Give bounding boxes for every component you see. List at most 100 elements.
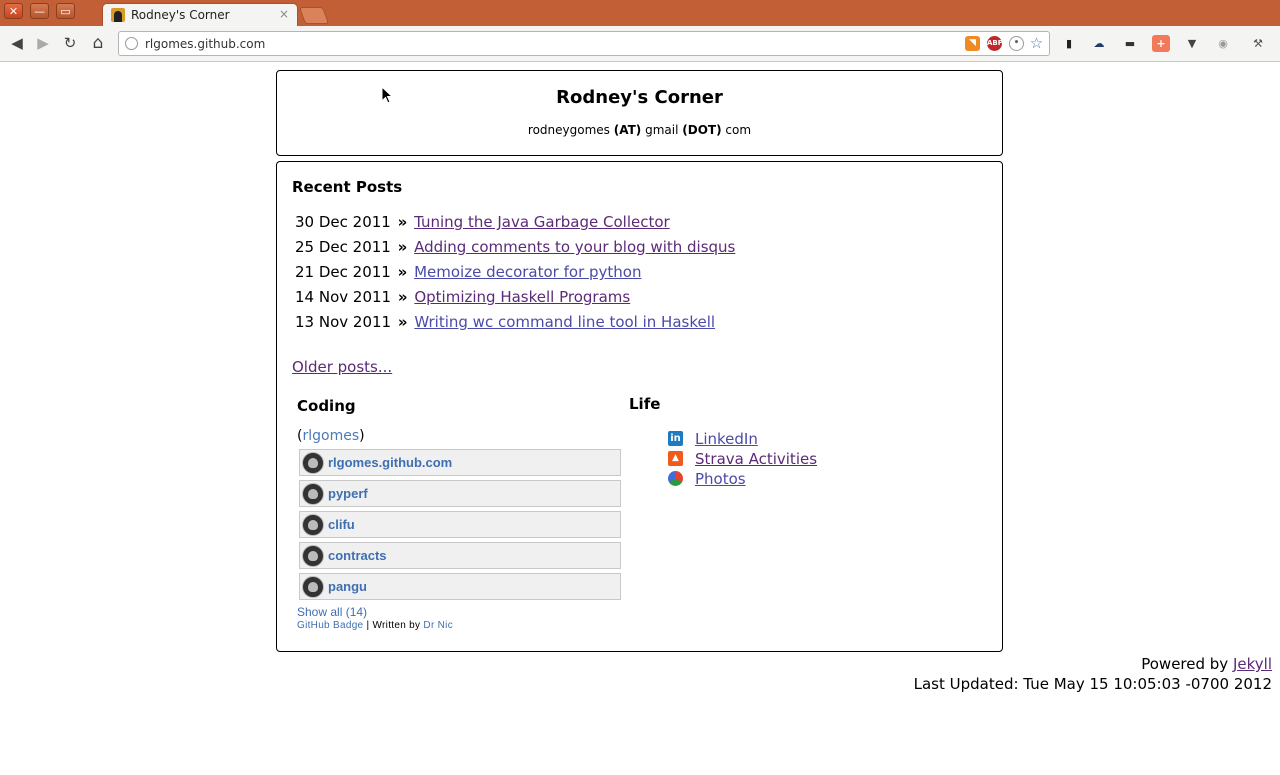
post-separator: » <box>397 288 408 306</box>
last-updated: Last Updated: Tue May 15 10:05:03 -0700 … <box>913 675 1272 693</box>
author-link[interactable]: Dr Nic <box>423 620 453 631</box>
recent-posts-list: 30 Dec 2011 » Tuning the Java Garbage Co… <box>295 213 735 338</box>
life-item: ▲ Strava Activities <box>668 450 817 470</box>
globe-icon[interactable]: ◉ <box>1214 35 1232 52</box>
new-tab-button[interactable] <box>298 7 330 24</box>
life-heading: Life <box>629 395 661 413</box>
window-titlebar: ✕ — ▭ Rodney's Corner × <box>0 0 1280 26</box>
repo-item: rlgomes.github.com <box>299 449 621 476</box>
page-info-icon[interactable] <box>125 37 138 50</box>
repo-link[interactable]: clifu <box>328 517 355 532</box>
post-date: 30 Dec 2011 <box>295 213 391 231</box>
favicon-icon <box>111 8 125 22</box>
post-item: 25 Dec 2011 » Adding comments to your bl… <box>295 238 735 263</box>
home-icon[interactable]: ⌂ <box>89 34 107 52</box>
window-close-button[interactable]: ✕ <box>4 3 23 19</box>
tab-close-icon[interactable]: × <box>279 7 289 21</box>
wrench-icon[interactable]: ⚒ <box>1249 35 1267 52</box>
picasa-icon <box>668 471 683 486</box>
main-content: Recent Posts 30 Dec 2011 » Tuning the Ja… <box>276 161 1003 652</box>
octocat-icon <box>302 545 324 567</box>
post-item: 13 Nov 2011 » Writing wc command line to… <box>295 313 735 338</box>
browser-tab[interactable]: Rodney's Corner × <box>102 3 298 26</box>
coding-heading: Coding <box>297 397 356 415</box>
post-date: 13 Nov 2011 <box>295 313 392 331</box>
pocket-icon[interactable]: ▼ <box>1183 35 1201 52</box>
show-all-repos-link[interactable]: Show all (14) <box>297 605 367 619</box>
badge-separator: | Written by <box>366 620 421 631</box>
octocat-icon <box>302 514 324 536</box>
post-date: 21 Dec 2011 <box>295 263 391 281</box>
repo-item: pyperf <box>299 480 621 507</box>
back-icon[interactable]: ◀ <box>8 34 26 52</box>
address-bar[interactable]: rlgomes.github.com ◥ ABP • ☆ <box>118 31 1050 56</box>
life-item: in LinkedIn <box>668 430 817 450</box>
glasses-icon[interactable]: ▬ <box>1121 35 1139 52</box>
strava-link[interactable]: Strava Activities <box>695 450 817 468</box>
linkedin-icon: in <box>668 431 683 446</box>
repo-item: contracts <box>299 542 621 569</box>
tab-title: Rodney's Corner <box>131 8 230 22</box>
url-text[interactable]: rlgomes.github.com <box>145 37 265 51</box>
powered-by-text: Powered by <box>1141 655 1229 673</box>
photos-link[interactable]: Photos <box>695 470 746 488</box>
contact-domain: gmail <box>645 123 679 137</box>
repo-link[interactable]: contracts <box>328 548 387 563</box>
jekyll-link[interactable]: Jekyll <box>1233 655 1272 673</box>
post-item: 14 Nov 2011 » Optimizing Haskell Program… <box>295 288 735 313</box>
post-link[interactable]: Tuning the Java Garbage Collector <box>414 213 670 231</box>
post-separator: » <box>397 313 408 331</box>
repo-list: rlgomes.github.com pyperf clifu contract… <box>299 449 621 604</box>
repo-link[interactable]: pyperf <box>328 486 368 501</box>
octocat-icon <box>302 483 324 505</box>
contact-at: (AT) <box>613 123 642 137</box>
github-badge-link[interactable]: GitHub Badge <box>297 620 363 631</box>
older-posts-link[interactable]: Older posts... <box>292 358 392 376</box>
post-separator: » <box>397 263 408 281</box>
contact-email: rodneygomes (AT) gmail (DOT) com <box>277 123 1002 137</box>
badge-credit: GitHub Badge | Written by Dr Nic <box>297 620 453 631</box>
contact-user: rodneygomes <box>527 123 610 137</box>
phone-icon[interactable]: ▮ <box>1060 35 1078 52</box>
rss-icon[interactable]: ◥ <box>965 36 980 51</box>
mouse-cursor-icon <box>381 86 393 104</box>
site-header: Rodney's Corner rodneygomes (AT) gmail (… <box>276 70 1003 156</box>
github-user: (rlgomes) <box>297 428 365 444</box>
powered-by: Powered by Jekyll <box>914 654 1272 674</box>
window-maximize-button[interactable]: ▭ <box>56 3 75 19</box>
post-link[interactable]: Writing wc command line tool in Haskell <box>414 313 715 331</box>
forward-icon[interactable]: ▶ <box>34 34 52 52</box>
life-links: in LinkedIn ▲ Strava Activities Photos <box>668 430 817 490</box>
octocat-icon <box>302 452 324 474</box>
cloud-icon[interactable]: ☁ <box>1090 35 1108 52</box>
repo-link[interactable]: pangu <box>328 579 367 594</box>
strava-icon: ▲ <box>668 451 683 466</box>
post-link[interactable]: Optimizing Haskell Programs <box>414 288 630 306</box>
recent-posts-heading: Recent Posts <box>292 178 403 196</box>
contact-dot: (DOT) <box>682 123 722 137</box>
paren-close: ) <box>359 428 365 444</box>
post-item: 30 Dec 2011 » Tuning the Java Garbage Co… <box>295 213 735 238</box>
adblock-icon[interactable]: ABP <box>987 36 1003 51</box>
post-date: 14 Nov 2011 <box>295 288 392 306</box>
reload-icon[interactable]: ↻ <box>61 34 79 52</box>
repo-item: clifu <box>299 511 621 538</box>
reddit-icon[interactable]: • <box>1009 36 1024 51</box>
post-link[interactable]: Memoize decorator for python <box>414 263 641 281</box>
post-separator: » <box>397 213 408 231</box>
github-user-link[interactable]: rlgomes <box>302 428 359 444</box>
octocat-icon <box>302 576 324 598</box>
repo-item: pangu <box>299 573 621 600</box>
life-item: Photos <box>668 470 817 490</box>
footer: Powered by Jekyll Last Updated: Tue May … <box>914 654 1272 694</box>
window-minimize-button[interactable]: — <box>30 3 49 19</box>
star-icon[interactable]: ☆ <box>1029 36 1044 51</box>
post-link[interactable]: Adding comments to your blog with disqus <box>414 238 735 256</box>
contact-tld: com <box>725 123 752 137</box>
post-separator: » <box>397 238 408 256</box>
repo-link[interactable]: rlgomes.github.com <box>328 455 452 470</box>
browser-toolbar: ◀ ▶ ↻ ⌂ rlgomes.github.com ◥ ABP • ☆ ▮ ☁… <box>0 26 1280 62</box>
linkedin-link[interactable]: LinkedIn <box>695 430 758 448</box>
post-date: 25 Dec 2011 <box>295 238 391 256</box>
plus-icon[interactable]: + <box>1152 35 1170 52</box>
